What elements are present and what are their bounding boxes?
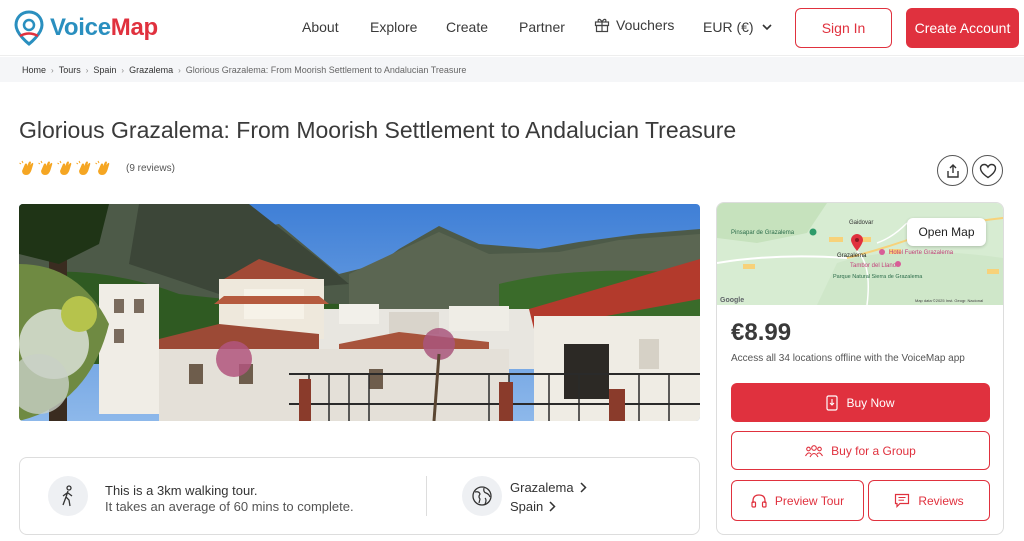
chevron-down-icon bbox=[761, 24, 772, 31]
tour-map[interactable]: Pinsapar de Grazalema Gaidovar Grazalema… bbox=[717, 203, 1003, 305]
tour-rating[interactable]: (9 reviews) bbox=[19, 160, 175, 177]
breadcrumb-bar: Home › Tours › Spain › Grazalema › Glori… bbox=[0, 57, 1024, 82]
open-map-button[interactable]: Open Map bbox=[907, 218, 986, 246]
group-icon bbox=[805, 444, 824, 457]
country-link[interactable]: Spain bbox=[510, 499, 556, 514]
map-label-hotel: Hotel Fuerte Grazalema bbox=[889, 250, 954, 256]
buy-now-label: Buy Now bbox=[846, 395, 895, 410]
voicemap-logo[interactable]: VoiceMap bbox=[14, 10, 158, 46]
divider bbox=[426, 476, 427, 516]
map-label-pinsapar: Pinsapar de Grazalema bbox=[731, 230, 795, 236]
globe-icon-wrapper bbox=[462, 476, 502, 516]
share-button[interactable] bbox=[937, 155, 968, 186]
vouchers-label: Vouchers bbox=[616, 17, 675, 33]
phone-download-icon bbox=[826, 394, 839, 411]
map-pin-logo-icon bbox=[14, 10, 44, 46]
currency-selector[interactable]: EUR (€) bbox=[703, 19, 772, 35]
preview-tour-button[interactable]: Preview Tour bbox=[731, 480, 864, 521]
purchase-panel: Pinsapar de Grazalema Gaidovar Grazalema… bbox=[716, 202, 1004, 535]
map-label-tambor: Tambor del Llano bbox=[850, 263, 897, 269]
city-name: Grazalema bbox=[510, 480, 574, 495]
clap-icon bbox=[95, 160, 110, 175]
tour-info-card: This is a 3km walking tour. It takes an … bbox=[19, 457, 700, 535]
clap-icon bbox=[19, 160, 34, 175]
map-label-grazalema: Grazalema bbox=[837, 253, 867, 259]
walking-icon-wrapper bbox=[48, 476, 88, 516]
chevron-right-icon bbox=[549, 501, 556, 512]
breadcrumb-tours[interactable]: Tours bbox=[59, 65, 81, 75]
sign-in-button[interactable]: Sign In bbox=[795, 8, 892, 48]
create-account-button[interactable]: Create Account bbox=[906, 8, 1019, 48]
breadcrumb-current: Glorious Grazalema: From Moorish Settlem… bbox=[185, 65, 467, 75]
gift-icon bbox=[594, 18, 610, 33]
globe-icon bbox=[472, 486, 492, 506]
breadcrumb-separator: › bbox=[121, 65, 125, 75]
heart-icon bbox=[979, 163, 996, 178]
comment-icon bbox=[895, 493, 910, 508]
preview-tour-label: Preview Tour bbox=[774, 493, 845, 508]
clap-icon bbox=[57, 160, 72, 175]
buy-for-group-button[interactable]: Buy for a Group bbox=[731, 431, 990, 470]
breadcrumb-home[interactable]: Home bbox=[22, 65, 46, 75]
country-name: Spain bbox=[510, 499, 544, 514]
buy-for-group-label: Buy for a Group bbox=[831, 443, 916, 458]
nav-explore[interactable]: Explore bbox=[370, 19, 417, 35]
headphones-icon bbox=[751, 494, 767, 508]
breadcrumb-grazalema[interactable]: Grazalema bbox=[129, 65, 173, 75]
tour-hero-image bbox=[19, 204, 700, 421]
map-label-gaidovar: Gaidovar bbox=[849, 220, 873, 226]
map-label-parque: Parque Natural Sierra de Grazalema bbox=[833, 274, 923, 280]
walk-duration-text: It takes an average of 60 mins to comple… bbox=[105, 499, 354, 514]
map-attribution: Map data ©2025 Inst. Geogr. Nacional bbox=[915, 298, 983, 303]
site-header: VoiceMap About Explore Create Partner Vo… bbox=[0, 0, 1024, 56]
logo-text: VoiceMap bbox=[50, 14, 158, 41]
walking-person-icon bbox=[62, 485, 73, 507]
nav-vouchers[interactable]: Vouchers bbox=[594, 17, 674, 33]
city-link[interactable]: Grazalema bbox=[510, 480, 587, 495]
breadcrumb-spain[interactable]: Spain bbox=[93, 65, 116, 75]
breadcrumb-separator: › bbox=[178, 65, 181, 75]
nav-about[interactable]: About bbox=[302, 19, 339, 35]
chevron-right-icon bbox=[580, 482, 587, 493]
clap-icon bbox=[38, 160, 53, 175]
tour-price: €8.99 bbox=[731, 319, 792, 346]
reviews-count[interactable]: (9 reviews) bbox=[126, 163, 175, 174]
clap-icon bbox=[76, 160, 91, 175]
reviews-button[interactable]: Reviews bbox=[868, 480, 990, 521]
breadcrumb-separator: › bbox=[51, 65, 54, 75]
google-logo: Google bbox=[720, 297, 744, 304]
breadcrumb-separator: › bbox=[85, 65, 89, 75]
nav-partner[interactable]: Partner bbox=[519, 19, 565, 35]
price-description: Access all 34 locations offline with the… bbox=[731, 353, 965, 364]
favorite-button[interactable] bbox=[972, 155, 1003, 186]
share-icon bbox=[946, 163, 959, 178]
grazalema-village-photo bbox=[19, 204, 700, 421]
reviews-label: Reviews bbox=[918, 493, 964, 508]
page-title: Glorious Grazalema: From Moorish Settlem… bbox=[19, 117, 737, 143]
breadcrumb: Home › Tours › Spain › Grazalema › Glori… bbox=[22, 65, 466, 75]
walk-distance-text: This is a 3km walking tour. bbox=[105, 483, 258, 498]
buy-now-button[interactable]: Buy Now bbox=[731, 383, 990, 422]
currency-label: EUR (€) bbox=[703, 19, 754, 35]
nav-create[interactable]: Create bbox=[446, 19, 488, 35]
